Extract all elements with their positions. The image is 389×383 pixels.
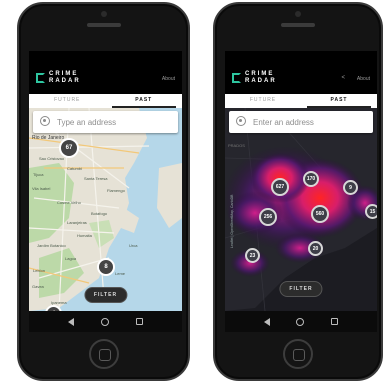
tab-past[interactable]: PAST — [106, 94, 183, 108]
about-link[interactable]: About — [162, 76, 175, 82]
right-screen: CRIME RADAR < About FUTURE PAST PRADOS L… — [225, 51, 377, 332]
share-icon[interactable]: < — [341, 75, 345, 81]
crime-cluster-marker[interactable]: 170 — [303, 171, 319, 187]
map-label: Leme — [115, 271, 126, 276]
app-logo-text: CRIME RADAR — [245, 71, 277, 84]
front-camera — [100, 11, 107, 17]
tab-future[interactable]: FUTURE — [225, 94, 301, 108]
map-label: Santa Teresa — [84, 176, 108, 181]
app-bar: CRIME RADAR < About — [225, 51, 377, 99]
map-label: Botafogo — [91, 211, 108, 216]
nav-home-icon[interactable] — [100, 317, 109, 326]
nav-back-icon[interactable] — [264, 317, 271, 326]
android-nav-bar — [225, 311, 377, 332]
crime-cluster-marker[interactable]: 23 — [245, 248, 260, 263]
time-tabs: FUTURE PAST — [225, 94, 377, 108]
street-map[interactable]: Rio de Janeiro Sao Cristovao Santa Teres… — [29, 108, 182, 322]
filter-button[interactable]: FILTER — [279, 281, 323, 297]
map-label: Leblon — [33, 268, 46, 273]
crime-cluster-marker[interactable]: 67 — [59, 138, 79, 158]
android-nav-bar — [29, 311, 182, 332]
crime-cluster-marker[interactable]: 256 — [259, 208, 277, 226]
crime-radar-logo-icon — [232, 73, 241, 83]
nav-back-icon[interactable] — [68, 317, 75, 326]
location-target-icon[interactable] — [40, 116, 50, 126]
map-label: Jardim Botanico — [37, 243, 66, 248]
map-label: Laranjeiras — [67, 220, 87, 225]
map-label: Vila Isabel — [32, 186, 51, 191]
app-logo-text: CRIME RADAR — [49, 71, 81, 84]
filter-button[interactable]: FILTER — [83, 287, 128, 303]
address-search-input[interactable] — [253, 115, 363, 129]
map-label: Urca — [129, 243, 138, 248]
time-tabs: FUTURE PAST — [29, 94, 182, 108]
crime-cluster-marker[interactable]: 560 — [311, 205, 329, 223]
address-search-box — [229, 111, 373, 133]
crime-cluster-marker[interactable]: 15 — [365, 204, 377, 219]
nav-home-icon[interactable] — [296, 317, 305, 326]
app-bar: CRIME RADAR About — [29, 51, 182, 99]
location-target-icon[interactable] — [236, 116, 246, 126]
nav-recents-icon[interactable] — [330, 318, 338, 325]
map-label: Cosme Velho — [57, 200, 81, 205]
address-search-input[interactable] — [57, 115, 167, 129]
map-label: Tijuca — [33, 172, 44, 177]
left-screen: CRIME RADAR About FUTURE PAST Rio de Jan… — [29, 51, 182, 332]
left-phone: CRIME RADAR About FUTURE PAST Rio de Jan… — [17, 2, 190, 381]
map-label: Gavea — [32, 284, 44, 289]
map-label: PRADOS — [228, 143, 245, 148]
map-label: Humaita — [77, 233, 92, 238]
right-phone: CRIME RADAR < About FUTURE PAST PRADOS L… — [213, 2, 383, 381]
map-label: Flamengo — [107, 188, 125, 193]
about-link[interactable]: About — [357, 76, 370, 82]
crime-cluster-marker[interactable]: 20 — [308, 241, 323, 256]
tab-past[interactable]: PAST — [301, 94, 377, 108]
home-button[interactable] — [88, 339, 119, 369]
speaker-grille — [86, 23, 121, 27]
crime-radar-logo-icon — [36, 73, 45, 83]
map-label: Lagoa — [65, 256, 77, 261]
map-label: Catumbi — [67, 166, 82, 171]
crime-cluster-marker[interactable]: 8 — [97, 258, 115, 276]
map-attribution: Leaflet | OpenStreetMap, CartoDB — [230, 194, 234, 248]
map-label: Rio de Janeiro — [32, 135, 65, 141]
crime-cluster-marker[interactable]: 627 — [271, 178, 289, 196]
nav-recents-icon[interactable] — [135, 318, 143, 325]
home-button[interactable] — [283, 339, 313, 369]
tab-future[interactable]: FUTURE — [29, 94, 106, 108]
heat-map[interactable]: PRADOS Leaflet | OpenStreetMap, CartoDB … — [225, 108, 377, 311]
address-search-box — [33, 111, 178, 133]
speaker-grille — [281, 23, 315, 27]
map-label: Sao Cristovao — [39, 156, 65, 161]
front-camera — [295, 11, 301, 17]
crime-cluster-marker[interactable]: 9 — [343, 180, 358, 195]
